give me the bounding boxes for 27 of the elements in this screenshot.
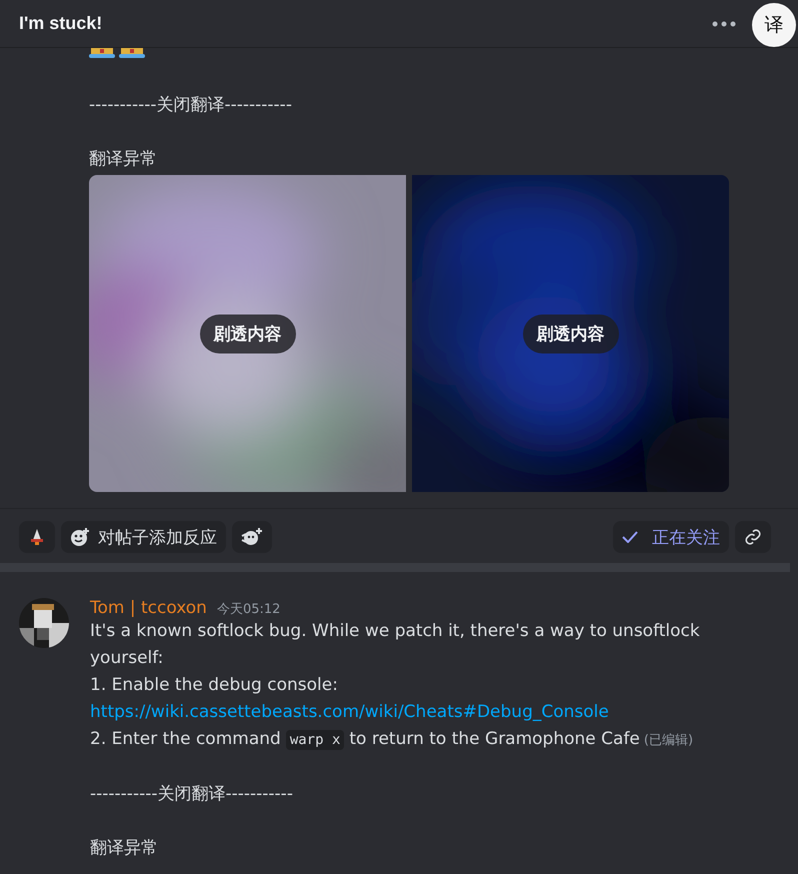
crown-emoji-icon — [119, 48, 145, 58]
check-icon — [622, 531, 638, 543]
crown-emoji-icon — [89, 48, 115, 58]
translation-separator: -----------关闭翻译----------- — [89, 94, 293, 117]
add-reaction-button[interactable]: 对帖子添加反应 — [61, 521, 226, 553]
copy-link-button[interactable] — [735, 521, 771, 553]
translation-status: 翻译异常 — [90, 837, 159, 860]
follow-button[interactable]: 正在关注 — [613, 521, 729, 553]
spoiler-label[interactable]: 剧透内容 — [522, 314, 618, 353]
thread-title: I'm stuck! — [19, 13, 104, 34]
add-emoji-icon — [70, 527, 90, 547]
author-name[interactable]: Tom | tccoxon — [90, 598, 207, 618]
message-text: 1. Enable the debug console: — [90, 674, 339, 697]
wiki-link[interactable]: https://wiki.cassettebeasts.com/wiki/Cheats#Debug_Console — [90, 702, 609, 722]
user-avatar[interactable] — [19, 598, 69, 648]
timestamp: 今天05:12 — [216, 601, 280, 618]
reaction-button[interactable] — [19, 521, 55, 553]
add-super-reaction-button[interactable] — [232, 521, 272, 553]
translation-status: 翻译异常 — [89, 148, 158, 171]
more-options-icon[interactable] — [712, 20, 736, 26]
translation-separator: -----------关闭翻译----------- — [90, 783, 294, 806]
message-text: 2. Enter the command warp x to return to the Gramophone Cafe (已编辑) — [90, 728, 694, 752]
spoiler-label[interactable]: 剧透内容 — [200, 314, 296, 353]
message-text: It's a known softlock bug. While we patch it, there's a way to unsoftlock yourself: — [90, 620, 701, 670]
link-icon — [744, 528, 762, 546]
translate-button[interactable]: 译 — [752, 2, 796, 46]
rocket-emoji-icon — [28, 528, 46, 546]
